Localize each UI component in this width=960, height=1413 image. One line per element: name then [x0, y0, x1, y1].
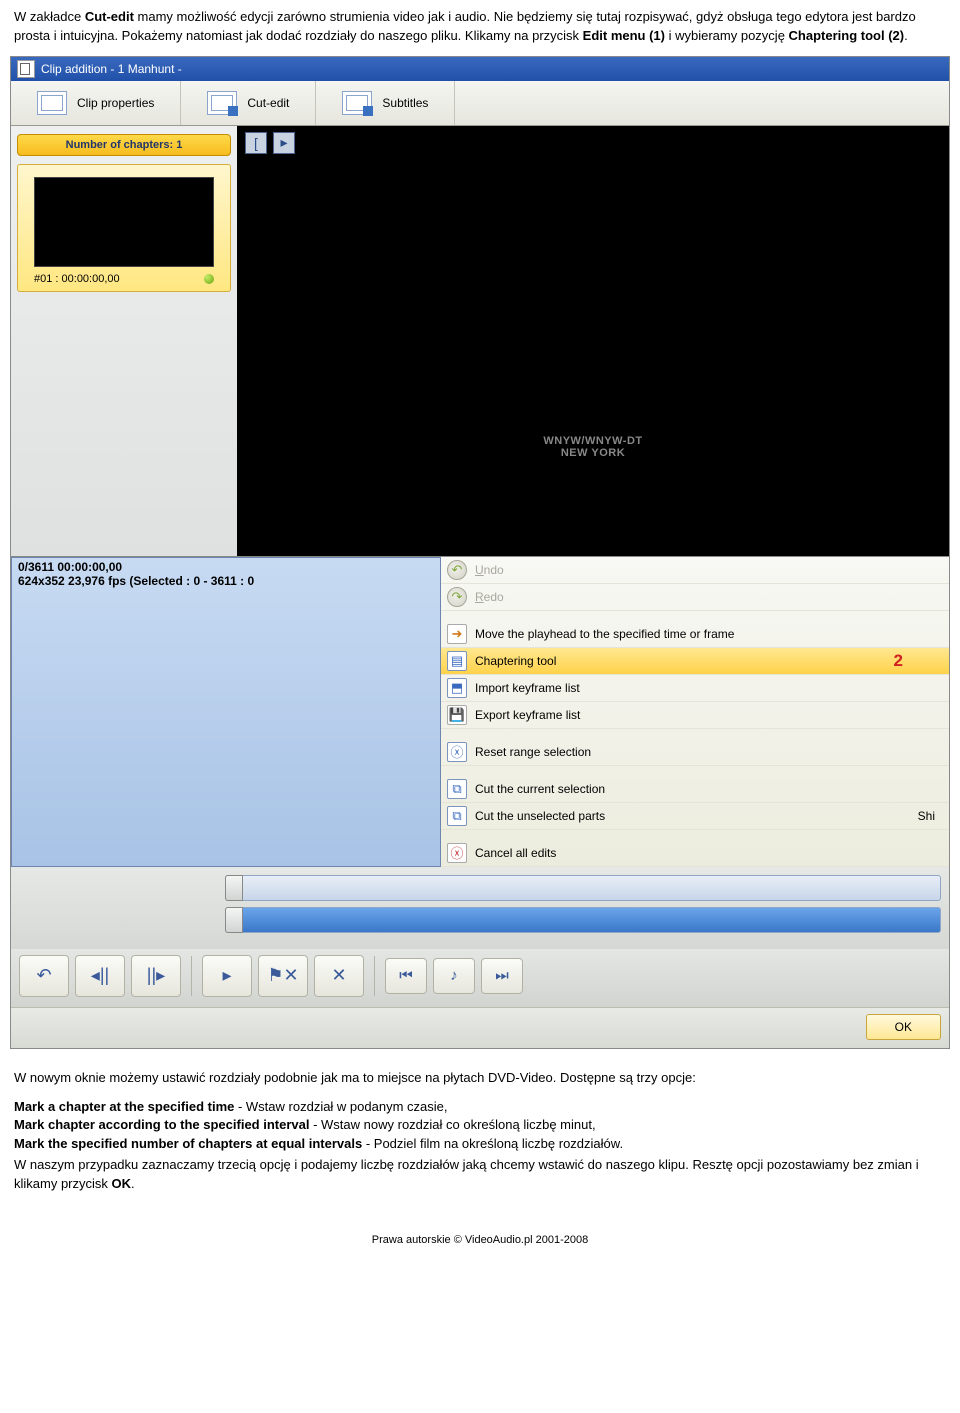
text: .	[904, 28, 908, 43]
thumbnail-image	[34, 177, 214, 267]
menu-undo[interactable]: ↶Undo	[441, 557, 949, 584]
info-time: 0/3611 00:00:00,00	[18, 560, 434, 574]
tab-label: Cut-edit	[247, 96, 289, 110]
timeline-track-selection[interactable]	[225, 907, 941, 933]
subtitles-icon	[342, 91, 372, 115]
text: .	[131, 1176, 135, 1191]
undo-icon: ↶	[447, 560, 467, 580]
menu-import-keyframe[interactable]: ⬒Import keyframe list	[441, 675, 949, 702]
track-handle[interactable]	[225, 907, 243, 933]
text-bold: Mark chapter according to the specified …	[14, 1117, 309, 1132]
flag-icon[interactable]: ▸	[273, 132, 295, 154]
intro-text: W zakładce Cut-edit mamy możliwość edycj…	[0, 0, 960, 46]
chapter-icon: ▤	[447, 651, 467, 671]
text-bold: Edit menu (1)	[583, 28, 665, 43]
tab-bar: Clip properties Cut-edit Subtitles	[11, 81, 949, 126]
btn-skip-back[interactable]: ⏮	[385, 958, 427, 994]
menu-move-playhead[interactable]: ➜Move the playhead to the specified time…	[441, 621, 949, 648]
cut-icon: ⧉	[447, 806, 467, 826]
titlebar: Clip addition - 1 Manhunt -	[11, 57, 949, 81]
text: i wybieramy pozycję	[665, 28, 789, 43]
info-resolution: 624x352 23,976 fps (Selected : 0 - 3611 …	[18, 574, 434, 588]
btn-flag[interactable]: ▸	[202, 955, 252, 997]
app-icon	[17, 60, 35, 78]
goto-icon: ➜	[447, 624, 467, 644]
toolbar: ↶ ◂|| ||▸ ▸ ⚑✕ ✕ ⏮ ♪ ⏭	[11, 949, 949, 1007]
timeline-track-top[interactable]	[225, 875, 941, 901]
watermark-text: WNYW/WNYW-DT	[543, 435, 642, 447]
btn-skip-forward[interactable]: ⏭	[481, 958, 523, 994]
btn-audio[interactable]: ♪	[433, 958, 475, 994]
tab-label: Subtitles	[382, 96, 428, 110]
text: - Wstaw rozdział w podanym czasie,	[234, 1099, 447, 1114]
text-bold: Mark a chapter at the specified time	[14, 1099, 234, 1114]
footer: Prawa autorskie © VideoAudio.pl 2001-200…	[0, 1204, 960, 1260]
cut-icon: ⧉	[447, 779, 467, 799]
video-preview: [ ▸ WNYW/WNYW-DT NEW YORK	[237, 126, 949, 556]
annotation-2: 2	[894, 651, 943, 671]
document-icon	[37, 91, 67, 115]
menu-cancel-edits[interactable]: ⓧCancel all edits	[441, 840, 949, 867]
menu-export-keyframe[interactable]: 💾Export keyframe list	[441, 702, 949, 729]
btn-loop[interactable]: ↶	[19, 955, 69, 997]
track-handle[interactable]	[225, 875, 243, 901]
chapter-thumbnail[interactable]: #01 : 00:00:00,00	[17, 164, 231, 292]
menu-reset-range[interactable]: ⓧReset range selection	[441, 739, 949, 766]
outro-text: W nowym oknie możemy ustawić rozdziały p…	[0, 1055, 960, 1194]
text: - Wstaw nowy rozdział co określoną liczb…	[309, 1117, 595, 1132]
text: W zakładce	[14, 9, 85, 24]
status-dot-icon	[204, 274, 214, 284]
btn-step-forward[interactable]: ||▸	[131, 955, 181, 997]
text-bold: Mark the specified number of chapters at…	[14, 1136, 362, 1151]
ok-button[interactable]: OK	[866, 1014, 941, 1040]
menu-chaptering-tool[interactable]: ▤Chaptering tool2	[441, 648, 949, 675]
save-icon: 💾	[447, 705, 467, 725]
mark-in-icon[interactable]: [	[245, 132, 267, 154]
menu-cut-current[interactable]: ⧉Cut the current selection	[441, 776, 949, 803]
text-bold: Cut-edit	[85, 9, 134, 24]
text: W nowym oknie możemy ustawić rozdziały p…	[14, 1069, 946, 1088]
tab-label: Clip properties	[77, 96, 154, 110]
text: W naszym przypadku zaznaczamy trzecią op…	[14, 1157, 919, 1191]
tab-subtitles[interactable]: Subtitles	[316, 81, 455, 125]
btn-flag-remove[interactable]: ⚑✕	[258, 955, 308, 997]
btn-delete[interactable]: ✕	[314, 955, 364, 997]
reset-icon: ⓧ	[447, 742, 467, 762]
menu-redo[interactable]: ↷Redo	[441, 584, 949, 611]
menu-cut-unselected[interactable]: ⧉Cut the unselected partsShi	[441, 803, 949, 830]
cancel-icon: ⓧ	[447, 843, 467, 863]
tab-cut-edit[interactable]: Cut-edit	[181, 81, 316, 125]
cut-edit-icon	[207, 91, 237, 115]
clip-info: 0/3611 00:00:00,00 624x352 23,976 fps (S…	[11, 557, 441, 867]
chapters-count-badge: Number of chapters: 1	[17, 134, 231, 156]
app-window: Clip addition - 1 Manhunt - Clip propert…	[10, 56, 950, 1049]
tab-clip-properties[interactable]: Clip properties	[11, 81, 181, 125]
text: - Podziel film na określoną liczbę rozdz…	[362, 1136, 623, 1151]
thumbnail-label: #01 : 00:00:00,00	[34, 273, 120, 285]
import-icon: ⬒	[447, 678, 467, 698]
text-bold: Chaptering tool (2)	[789, 28, 905, 43]
timeline	[11, 867, 949, 949]
watermark-text: NEW YORK	[543, 447, 642, 459]
edit-menu: ↶Undo ↷Redo ➜Move the playhead to the sp…	[441, 557, 949, 867]
window-title: Clip addition - 1 Manhunt -	[41, 62, 182, 76]
text-bold: OK	[112, 1176, 132, 1191]
redo-icon: ↷	[447, 587, 467, 607]
btn-step-back[interactable]: ◂||	[75, 955, 125, 997]
sidebar: Number of chapters: 1 #01 : 00:00:00,00	[11, 126, 237, 556]
